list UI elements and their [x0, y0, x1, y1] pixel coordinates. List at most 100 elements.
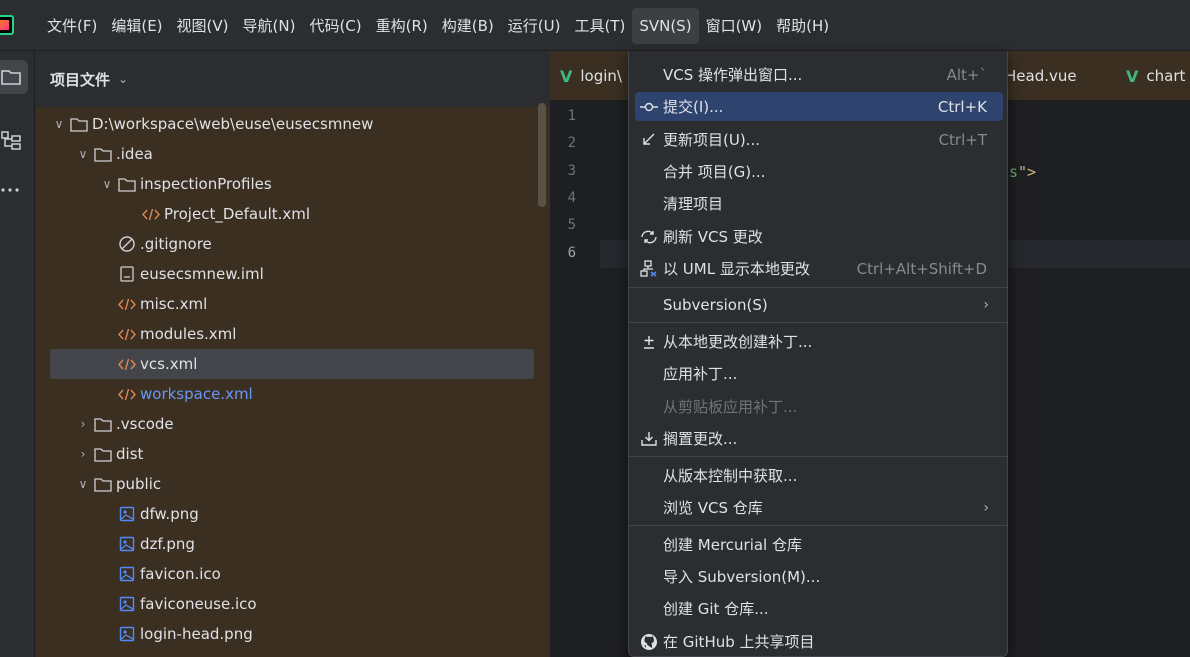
menu-item-label: 提交(I)... [663, 98, 724, 116]
tree-item-label: vcs.xml [140, 355, 198, 373]
tree-row-dist[interactable]: › dist [50, 439, 534, 469]
tree-row-gitignore[interactable]: .gitignore [50, 229, 534, 259]
menu-item-merge[interactable]: 合并 项目(G)... [635, 157, 1003, 186]
tree-row-idea[interactable]: ∨ .idea [50, 139, 534, 169]
line-number: 4 [567, 190, 576, 206]
menu-item-share-github[interactable]: 在 GitHub 上共享项目 [635, 627, 1003, 656]
menu-tools[interactable]: 工具(T) [567, 8, 632, 44]
menu-item-label: Subversion(S) [663, 295, 768, 314]
tree-row-root[interactable]: ∨ D:\workspace\web\euse\eusecsmnew [50, 109, 534, 139]
editor-tab-chart[interactable]: V chart [1126, 51, 1185, 101]
tree-item-label: faviconeuse.ico [140, 595, 257, 613]
menu-item-commit[interactable]: 提交(I)... Ctrl+K [635, 92, 1003, 121]
svn-dropdown-menu: VCS 操作弹出窗口... Alt+` 提交(I)... Ctrl+K 更新项目… [628, 51, 1008, 657]
tree-row-vscode[interactable]: › .vscode [50, 409, 534, 439]
tree-row-project-default[interactable]: Project_Default.xml [50, 199, 534, 229]
folder-icon [68, 115, 90, 133]
menu-item-label: 清理项目 [663, 195, 724, 213]
menu-item-subversion[interactable]: Subversion(S) › [635, 290, 1003, 319]
chevron-right-icon: › [983, 499, 989, 516]
uml-diagram-icon [635, 259, 663, 278]
chevron-down-icon[interactable]: ∨ [74, 147, 92, 161]
xml-file-icon [116, 385, 138, 403]
menu-item-refresh[interactable]: 刷新 VCS 更改 [635, 222, 1003, 251]
menu-item-uml[interactable]: 以 UML 显示本地更改 Ctrl+Alt+Shift+D [635, 254, 1003, 283]
menu-help[interactable]: 帮助(H) [769, 8, 836, 44]
more-tools-button[interactable] [0, 173, 28, 207]
tree-row-workspace[interactable]: workspace.xml [50, 379, 534, 409]
app-logo-icon[interactable] [0, 15, 14, 35]
shelve-icon [635, 431, 663, 447]
chevron-down-icon[interactable]: ∨ [50, 117, 68, 131]
chevron-right-icon: › [983, 296, 989, 313]
menu-item-update[interactable]: 更新项目(U)... Ctrl+T [635, 125, 1003, 154]
tree-row-login-head[interactable]: login-head.png [50, 619, 534, 649]
project-panel-header[interactable]: 项目文件 ⌄ [36, 51, 550, 107]
xml-file-icon [116, 295, 138, 313]
tree-item-label: modules.xml [140, 325, 237, 343]
menu-item-create-mercurial[interactable]: 创建 Mercurial 仓库 [635, 530, 1003, 559]
menu-item-create-git[interactable]: 创建 Git 仓库... [635, 594, 1003, 623]
menu-view[interactable]: 视图(V) [170, 8, 236, 44]
menu-item-get-from-vcs[interactable]: 从版本控制中获取... [635, 461, 1003, 490]
structure-tool-button[interactable] [0, 123, 28, 157]
xml-file-icon [140, 205, 162, 223]
menu-item-label: 创建 Mercurial 仓库 [663, 536, 802, 554]
chevron-down-icon[interactable]: ∨ [74, 477, 92, 491]
tree-row-favicon[interactable]: favicon.ico [50, 559, 534, 589]
menu-svn[interactable]: SVN(S) [632, 7, 699, 44]
tree-item-label: dzf.png [140, 535, 195, 553]
tree-row-dfw[interactable]: dfw.png [50, 499, 534, 529]
menu-separator [629, 287, 1007, 288]
menu-file[interactable]: 文件(F) [40, 8, 104, 44]
menu-item-apply-patch[interactable]: 应用补丁... [635, 359, 1003, 388]
menu-item-browse-vcs[interactable]: 浏览 VCS 仓库 › [635, 493, 1003, 522]
chevron-down-icon[interactable]: ∨ [98, 177, 116, 191]
image-file-icon [116, 625, 138, 643]
module-file-icon [116, 265, 138, 283]
code-fragment[interactable]: s"> [1009, 163, 1036, 181]
tree-item-label: D:\workspace\web\euse\eusecsmnew [92, 115, 374, 133]
tree-item-label: inspectionProfiles [140, 175, 272, 193]
menu-build[interactable]: 构建(B) [435, 8, 501, 44]
project-tool-button[interactable] [0, 60, 28, 94]
tree-row-vcs[interactable]: vcs.xml [50, 349, 534, 379]
patch-icon [635, 334, 663, 350]
project-scrollbar[interactable] [538, 103, 546, 207]
tree-item-label: .idea [116, 145, 153, 163]
tree-item-label: favicon.ico [140, 565, 221, 583]
folder-icon [92, 475, 114, 493]
menu-edit[interactable]: 编辑(E) [104, 8, 169, 44]
menu-item-create-patch[interactable]: 从本地更改创建补丁... [635, 327, 1003, 356]
menu-item-apply-patch-clipboard: 从剪贴板应用补丁... [635, 392, 1003, 421]
menu-code[interactable]: 代码(C) [302, 8, 368, 44]
menu-item-shelve[interactable]: 搁置更改... [635, 424, 1003, 453]
tree-row-public[interactable]: ∨ public [50, 469, 534, 499]
editor-tab-login[interactable]: V login\ [560, 51, 622, 101]
menu-run[interactable]: 运行(U) [501, 8, 568, 44]
line-number: 2 [567, 135, 576, 151]
menu-item-vcs-popup[interactable]: VCS 操作弹出窗口... Alt+` [635, 60, 1003, 89]
menu-item-cleanup[interactable]: 清理项目 [635, 189, 1003, 218]
tree-row-faviconeuse[interactable]: faviconeuse.ico [50, 589, 534, 619]
more-dots-icon [1, 188, 19, 192]
tree-row-misc[interactable]: misc.xml [50, 289, 534, 319]
menu-item-import-subversion[interactable]: 导入 Subversion(M)... [635, 562, 1003, 591]
menu-navigate[interactable]: 导航(N) [236, 8, 303, 44]
tree-row-dzf[interactable]: dzf.png [50, 529, 534, 559]
folder-icon [1, 70, 21, 85]
tree-row-inspectionprofiles[interactable]: ∨ inspectionProfiles [50, 169, 534, 199]
chevron-right-icon[interactable]: › [74, 417, 92, 431]
menu-window[interactable]: 窗口(W) [699, 8, 770, 44]
menu-item-shortcut: Alt+` [946, 65, 987, 84]
commit-icon [635, 100, 663, 114]
editor-tab-head[interactable]: Head.vue [1005, 51, 1077, 101]
tree-row-iml[interactable]: eusecsmnew.iml [50, 259, 534, 289]
chevron-down-icon[interactable]: ⌄ [118, 72, 128, 86]
tree-row-modules[interactable]: modules.xml [50, 319, 534, 349]
menu-items: 文件(F) 编辑(E) 视图(V) 导航(N) 代码(C) 重构(R) 构建(B… [40, 0, 836, 51]
image-file-icon [116, 565, 138, 583]
tree-item-label: Project_Default.xml [164, 205, 311, 223]
chevron-right-icon[interactable]: › [74, 447, 92, 461]
menu-refactor[interactable]: 重构(R) [369, 8, 435, 44]
